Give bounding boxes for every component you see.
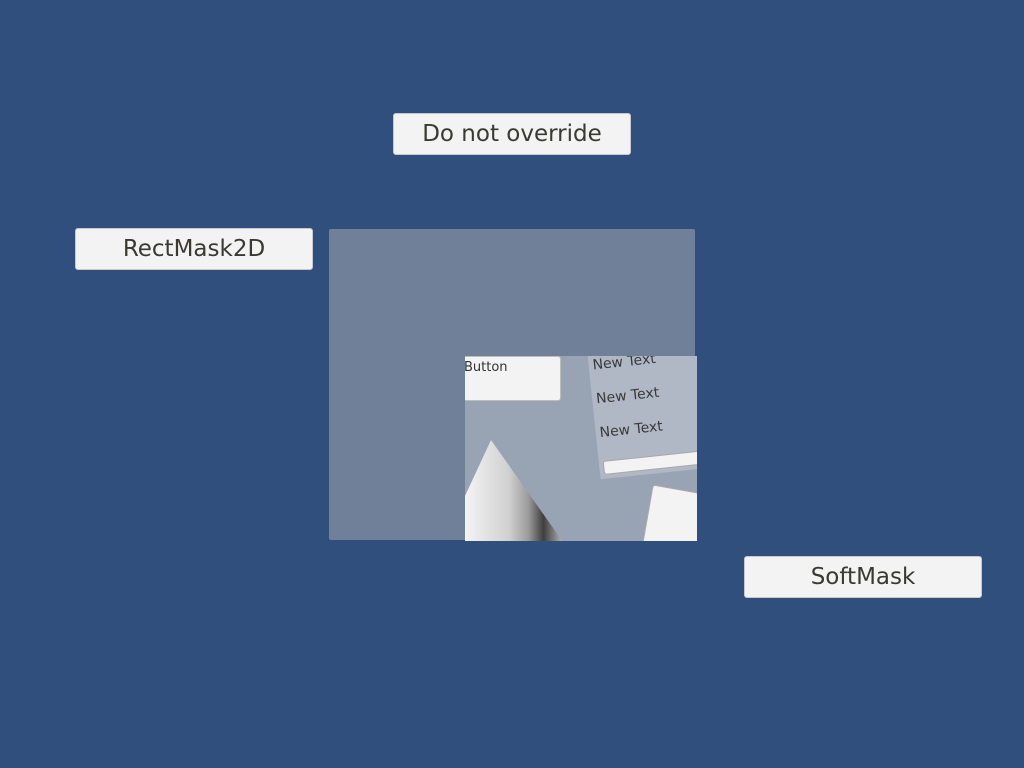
masked-content-area: Button New Text New Text New Text: [465, 356, 697, 541]
list-item-text: New Text: [595, 384, 661, 408]
softmask-button[interactable]: SoftMask: [744, 556, 982, 598]
scrollbar[interactable]: [602, 446, 697, 475]
cone-icon: [465, 440, 563, 541]
list-item-text: New Text: [591, 356, 657, 374]
do-not-override-button[interactable]: Do not override: [393, 113, 631, 155]
list-item-text: New Text: [598, 418, 664, 442]
scroll-view[interactable]: New Text New Text New Text: [587, 356, 697, 480]
inner-button[interactable]: Button: [465, 356, 561, 401]
rectmask2d-button[interactable]: RectMask2D: [75, 228, 313, 270]
rotated-card: [638, 484, 697, 541]
